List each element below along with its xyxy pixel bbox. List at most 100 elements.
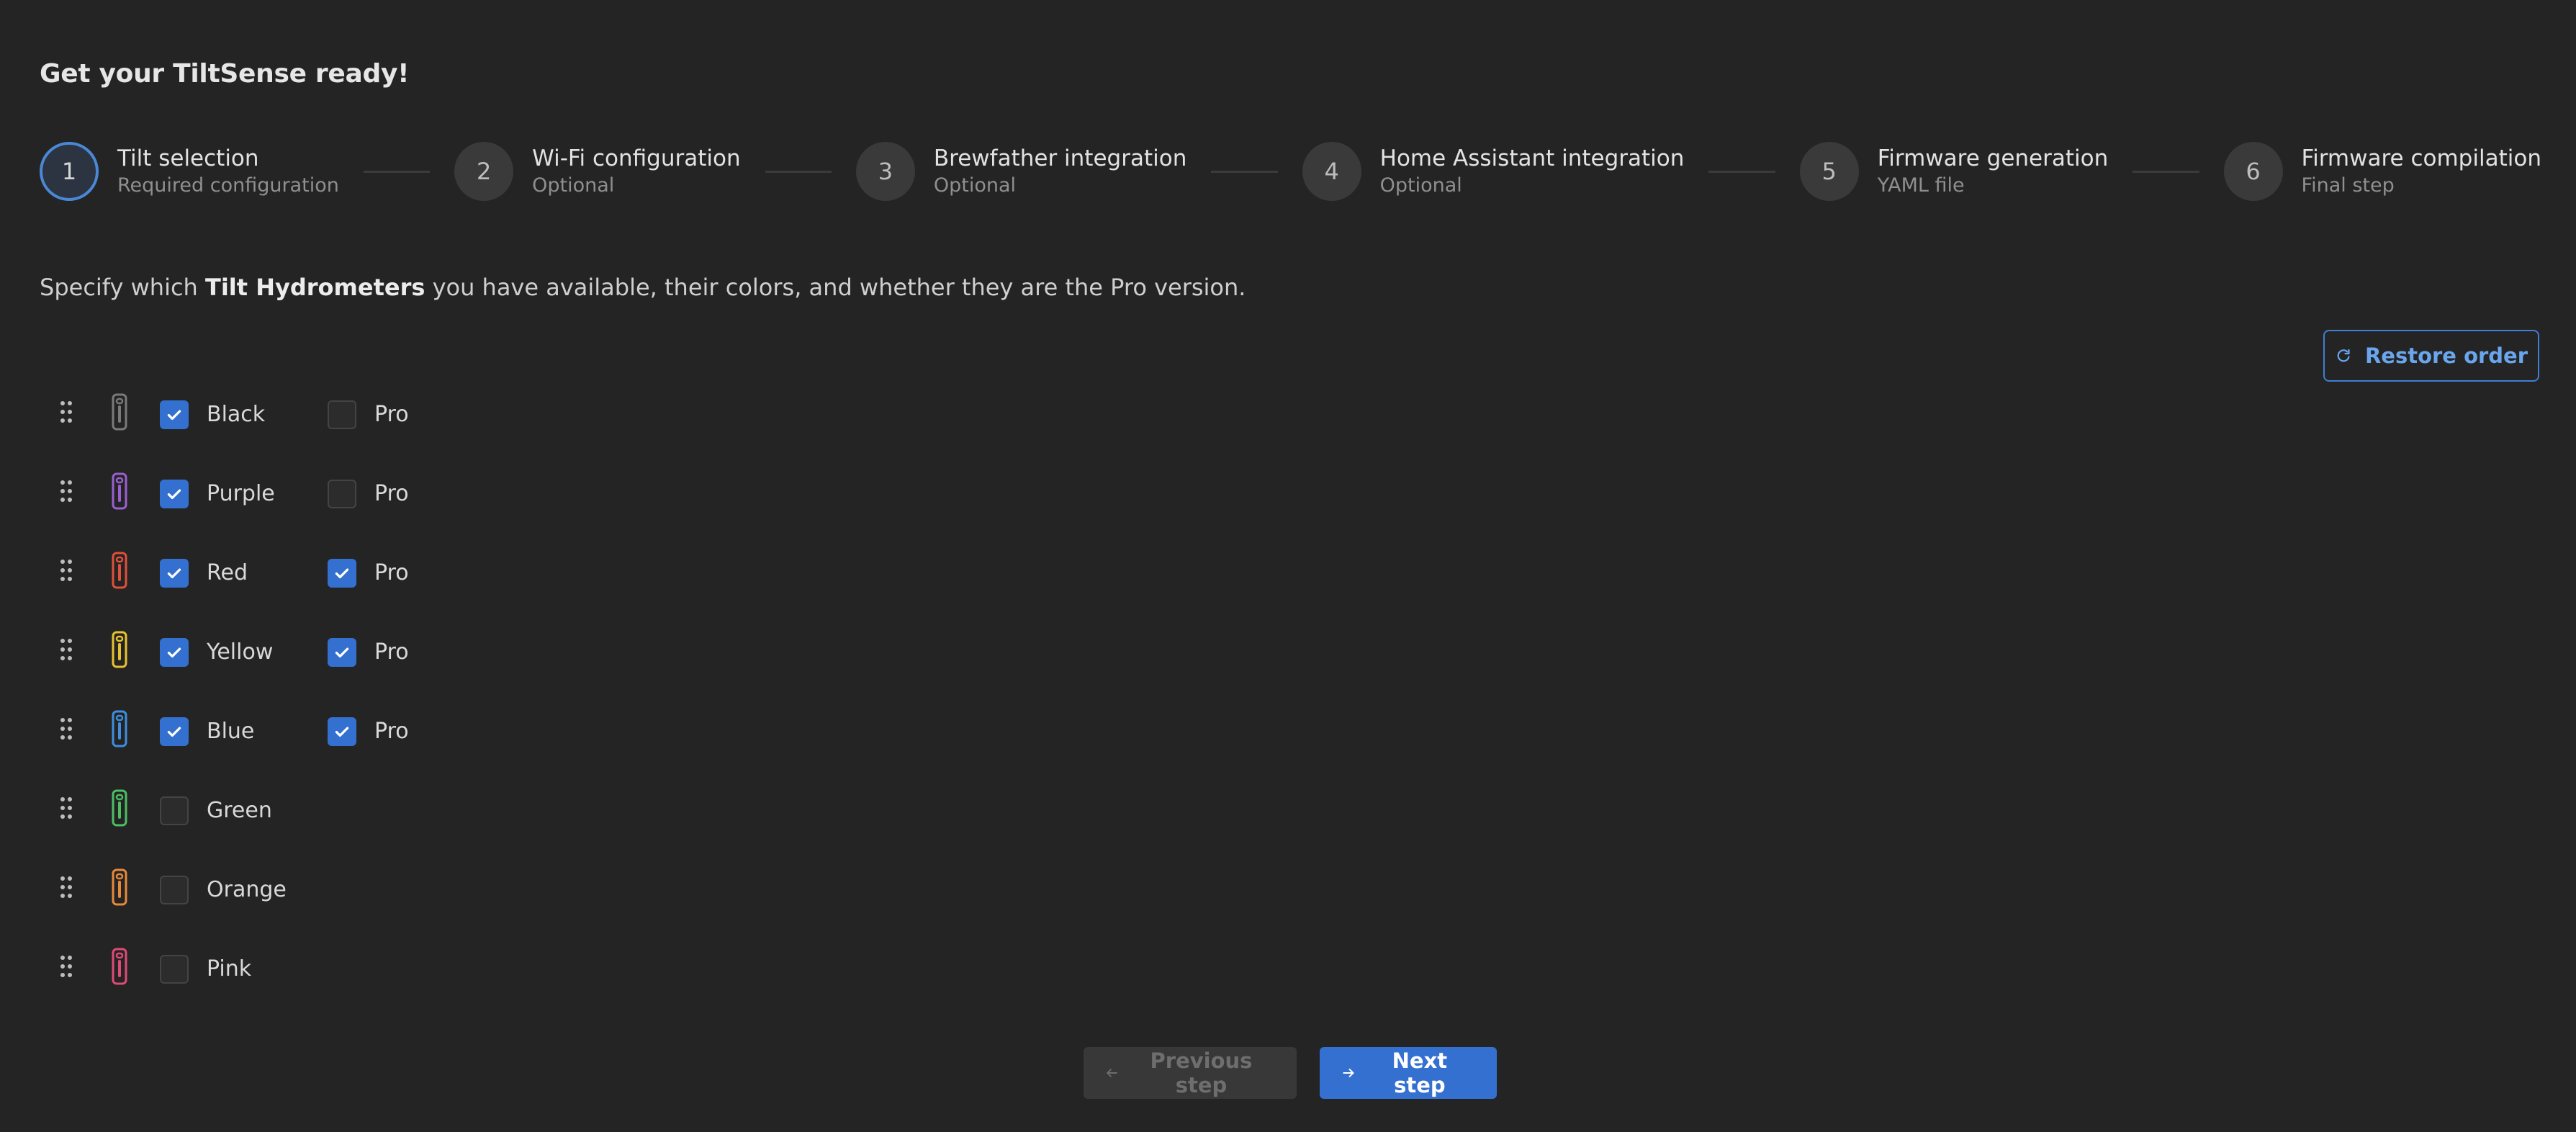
- tilt-pro-checkbox[interactable]: [328, 559, 356, 588]
- step-1[interactable]: 1 Tilt selection Required configuration: [40, 142, 339, 201]
- step-5[interactable]: 5 Firmware generation YAML file: [1799, 142, 2109, 201]
- step-description: Optional: [933, 174, 1017, 197]
- tilt-row-purple: Purple Pro: [40, 454, 544, 533]
- step-separator: [363, 170, 431, 173]
- step-number: 3: [855, 142, 915, 201]
- step-2[interactable]: 2 Wi-Fi configuration Optional: [454, 142, 741, 201]
- tilt-row-yellow: Yellow Pro: [40, 612, 544, 691]
- step-label: Brewfather integration: [933, 145, 1187, 171]
- tilt-hydrometer-icon: [112, 710, 127, 747]
- drag-handle-icon[interactable]: [60, 559, 73, 582]
- tilt-color-label: Blue: [207, 719, 255, 744]
- tilt-list: Black Pro Purple Pro Red Pro Yellow Pro Blue Pro G…: [40, 374, 544, 1008]
- tilt-color-label: Yellow: [207, 639, 274, 665]
- stepper: 1 Tilt selection Required configuration 2 Wi…: [40, 139, 2541, 204]
- tilt-row-blue: Blue Pro: [40, 691, 544, 771]
- drag-handle-icon[interactable]: [60, 796, 73, 819]
- next-step-label: Next step: [1392, 1048, 1448, 1097]
- next-step-button[interactable]: Next step: [1320, 1047, 1497, 1099]
- tilt-pro-checkbox[interactable]: [328, 638, 356, 667]
- step-label: Wi-Fi configuration: [532, 145, 741, 171]
- tilt-enabled-checkbox[interactable]: [160, 955, 189, 984]
- drag-handle-icon[interactable]: [60, 638, 73, 661]
- intro-bold: Tilt Hydrometers: [205, 274, 425, 301]
- tilt-color-label: Black: [207, 402, 266, 427]
- tilt-enabled-checkbox[interactable]: [160, 796, 189, 825]
- tilt-enabled-checkbox[interactable]: [160, 480, 189, 508]
- intro-suffix: you have available, their colors, and wh…: [425, 274, 1246, 301]
- step-description: Optional: [532, 174, 615, 197]
- step-text: Brewfather integration Optional: [934, 144, 1186, 199]
- step-text: Home Assistant integration Optional: [1380, 144, 1685, 199]
- tilt-row-orange: Orange: [40, 850, 544, 929]
- tilt-pro-checkbox[interactable]: [328, 480, 356, 508]
- tilt-pro-label: Pro: [374, 402, 409, 427]
- footer-nav: Previous step Next step: [1084, 1047, 1497, 1099]
- step-label: Firmware compilation: [2301, 145, 2541, 171]
- tilt-hydrometer-icon: [112, 789, 127, 827]
- step-3[interactable]: 3 Brewfather integration Optional: [855, 142, 1186, 201]
- step-number: 2: [454, 142, 514, 201]
- step-number: 1: [40, 142, 99, 201]
- tilt-pro-label: Pro: [374, 560, 409, 585]
- restore-order-label: Restore order: [2364, 343, 2528, 368]
- tilt-hydrometer-icon: [112, 472, 127, 510]
- tilt-row-red: Red Pro: [40, 533, 544, 612]
- step-description: YAML file: [1877, 174, 1965, 197]
- step-text: Firmware generation YAML file: [1878, 144, 2109, 199]
- drag-handle-icon[interactable]: [60, 717, 73, 740]
- tilt-hydrometer-icon: [112, 948, 127, 985]
- tilt-pro-checkbox[interactable]: [328, 400, 356, 429]
- step-label: Tilt selection: [117, 145, 259, 171]
- step-text: Wi-Fi configuration Optional: [532, 144, 740, 199]
- tilt-enabled-checkbox[interactable]: [160, 717, 189, 746]
- tilt-hydrometer-icon: [112, 552, 127, 589]
- step-text: Tilt selection Required configuration: [117, 144, 339, 199]
- arrow-right-icon: [1343, 1069, 1354, 1077]
- previous-step-label: Previous step: [1150, 1048, 1253, 1097]
- tilt-color-label: Green: [207, 798, 272, 823]
- step-4[interactable]: 4 Home Assistant integration Optional: [1302, 142, 1685, 201]
- step-separator: [765, 170, 832, 173]
- refresh-icon: [2337, 349, 2350, 362]
- tilt-row-pink: Pink: [40, 929, 544, 1008]
- arrow-left-icon: [1107, 1069, 1117, 1077]
- step-separator: [1211, 170, 1278, 173]
- drag-handle-icon[interactable]: [60, 876, 73, 899]
- step-6[interactable]: 6 Firmware compilation Final step: [2223, 142, 2541, 201]
- step-separator: [1708, 170, 1775, 173]
- tilt-row-black: Black Pro: [40, 374, 544, 454]
- tilt-color-label: Purple: [207, 481, 275, 506]
- tilt-pro-label: Pro: [374, 481, 409, 506]
- tilt-pro-checkbox[interactable]: [328, 717, 356, 746]
- tilt-hydrometer-icon: [112, 631, 127, 668]
- drag-handle-icon[interactable]: [60, 400, 73, 423]
- drag-handle-icon[interactable]: [60, 955, 73, 978]
- tilt-hydrometer-icon: [112, 868, 127, 906]
- tilt-pro-label: Pro: [374, 719, 409, 744]
- previous-step-button[interactable]: Previous step: [1084, 1047, 1297, 1099]
- step-number: 4: [1302, 142, 1361, 201]
- drag-handle-icon[interactable]: [60, 480, 73, 503]
- tilt-color-label: Red: [207, 560, 248, 585]
- tilt-pro-label: Pro: [374, 639, 409, 665]
- step-separator: [2133, 170, 2199, 173]
- tilt-enabled-checkbox[interactable]: [160, 876, 189, 904]
- tilt-color-label: Pink: [207, 956, 252, 981]
- restore-order-button[interactable]: Restore order: [2323, 330, 2539, 382]
- step-description: Optional: [1379, 174, 1462, 197]
- step-description: Required configuration: [117, 174, 339, 197]
- tilt-enabled-checkbox[interactable]: [160, 400, 189, 429]
- step-description: Final step: [2301, 174, 2395, 197]
- intro-prefix: Specify which: [40, 274, 205, 301]
- page-title: Get your TiltSense ready!: [40, 59, 410, 89]
- step-number: 5: [1799, 142, 1859, 201]
- page: Get your TiltSense ready! 1 Tilt selectio…: [0, 0, 2576, 1132]
- tilt-color-label: Orange: [207, 877, 287, 902]
- tilt-enabled-checkbox[interactable]: [160, 559, 189, 588]
- step-number: 6: [2223, 142, 2283, 201]
- intro-text: Specify which Tilt Hydrometers you have …: [40, 274, 1246, 301]
- step-label: Home Assistant integration: [1379, 145, 1685, 171]
- step-label: Firmware generation: [1877, 145, 2109, 171]
- tilt-enabled-checkbox[interactable]: [160, 638, 189, 667]
